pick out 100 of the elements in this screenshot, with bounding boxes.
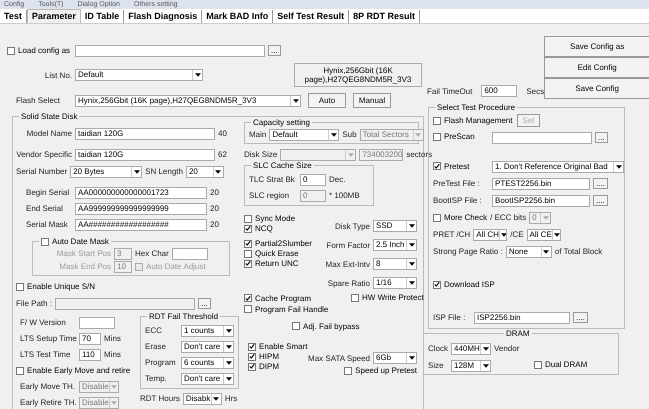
dropdown[interactable]: 128M (451, 360, 491, 372)
dropdown[interactable]: 20 Bytes (70, 166, 142, 178)
text-field[interactable]: ISP2256.bin (474, 312, 570, 324)
checkbox[interactable] (433, 162, 441, 170)
text-field[interactable]: AA999999999999999999 (75, 202, 207, 214)
checkbox-label[interactable]: Pretest (444, 162, 470, 170)
text-field[interactable] (55, 298, 196, 310)
checkbox-label[interactable]: HW Write Protect (362, 293, 424, 302)
group-title: Capacity setting (251, 118, 312, 127)
checkbox[interactable] (16, 366, 24, 374)
button[interactable]: ... (595, 132, 608, 143)
checkbox-label[interactable]: NCQ (255, 224, 273, 233)
field-label: LTS Test Time (20, 350, 70, 359)
checkbox[interactable] (433, 280, 441, 288)
checkbox-label[interactable]: Sync Mode (255, 214, 296, 223)
tab[interactable]: Mark BAD Info (202, 10, 274, 23)
dropdown[interactable]: All CE (526, 228, 561, 240)
checkbox-label[interactable]: Return UNC (255, 259, 299, 268)
dropdown[interactable]: 1 counts (181, 324, 234, 336)
dropdown[interactable]: Hynix,256Gbit (16K page),H27QEG8NDM5R_3V3 (75, 94, 301, 106)
text-field[interactable] (75, 44, 266, 56)
dropdown[interactable]: Don't care (181, 372, 234, 384)
checkbox-label[interactable]: Enable Smart (259, 342, 308, 351)
button[interactable]: Save Config (544, 78, 649, 99)
tab[interactable]: Self Test Result (273, 10, 350, 23)
checkbox-label[interactable]: Cache Program (255, 294, 312, 303)
dropdown[interactable]: SSD (373, 220, 417, 232)
dropdown[interactable]: Disabk (182, 392, 222, 404)
checkbox-label[interactable]: HIPM (259, 352, 279, 361)
tab[interactable]: Flash Diagnosis (124, 10, 202, 23)
checkbox-label[interactable]: Partial2Slumber (255, 239, 312, 248)
text-field[interactable]: BootISP2256.bin (492, 194, 590, 206)
dropdown[interactable]: None (506, 246, 552, 258)
checkbox-label[interactable]: Program Fail Handle (255, 304, 328, 314)
checkbox[interactable] (244, 305, 252, 313)
button[interactable]: Edit Config (544, 57, 649, 78)
checkbox-label[interactable]: Adj. Fail bypass (303, 322, 360, 330)
text-field[interactable]: 0 (300, 174, 326, 186)
dropdown[interactable]: Default (269, 128, 340, 140)
text-field[interactable]: taidian 120G (75, 128, 215, 140)
button[interactable]: .... (573, 312, 588, 323)
dropdown[interactable]: All CH (473, 228, 508, 240)
dropdown[interactable]: 8 (373, 258, 417, 270)
text-field[interactable]: 600 (481, 85, 518, 97)
tab[interactable]: Parameter (26, 9, 81, 23)
button[interactable]: Save Config as (544, 36, 649, 57)
checkbox[interactable] (244, 214, 252, 222)
text-field[interactable] (172, 248, 208, 260)
button[interactable]: Manual (353, 93, 391, 108)
button[interactable]: Auto (308, 93, 346, 108)
checkbox[interactable] (244, 260, 252, 268)
text-field[interactable] (79, 316, 115, 328)
checkbox-label[interactable]: PreScan (444, 132, 475, 142)
field-label: Mins (104, 334, 121, 343)
checkbox[interactable] (248, 352, 256, 360)
checkbox[interactable] (16, 282, 24, 290)
dropdown[interactable]: 440MH (451, 342, 491, 354)
button[interactable]: ... (268, 45, 281, 56)
checkbox[interactable] (244, 294, 252, 302)
dropdown[interactable]: 1/16 (373, 277, 417, 289)
checkbox-label[interactable]: DIPM (259, 362, 279, 371)
button[interactable]: .... (593, 178, 608, 189)
checkbox-label[interactable]: Enable Unique S/N (27, 282, 96, 291)
button[interactable]: ... (198, 298, 211, 309)
checkbox[interactable] (433, 132, 441, 141)
checkbox[interactable] (7, 46, 15, 54)
checkbox-label[interactable]: Speed up Pretest (355, 366, 417, 375)
checkbox-label[interactable]: Download ISP (444, 280, 495, 289)
dropdown[interactable]: Don't care (181, 340, 234, 352)
tab[interactable]: ID Table (80, 10, 124, 23)
dropdown[interactable]: 1. Don't Reference Original Bad (492, 160, 624, 172)
checkbox[interactable] (244, 240, 252, 248)
button[interactable]: .... (593, 195, 608, 206)
field-label: Mins (104, 350, 121, 359)
text-field[interactable]: taidian 120G (75, 148, 215, 160)
checkbox[interactable] (248, 362, 256, 370)
dropdown[interactable]: 20 (186, 166, 224, 178)
checkbox[interactable] (244, 250, 252, 258)
tab[interactable]: 8P RDT Result (349, 10, 420, 23)
checkbox[interactable] (344, 366, 352, 374)
text-field[interactable]: 110 (79, 348, 101, 360)
dropdown[interactable]: 6Gb (373, 352, 417, 364)
text-field[interactable]: AA################## (75, 218, 207, 230)
text-field[interactable]: PTEST2256.bin (492, 178, 590, 190)
checkbox[interactable] (244, 224, 252, 232)
checkbox-label[interactable]: Quick Erase (255, 249, 299, 258)
checkbox-label[interactable]: Enable Early Move and retire (27, 366, 130, 375)
text-field[interactable] (492, 132, 592, 144)
dropdown[interactable]: 2.5 Inch (373, 239, 417, 251)
dropdown[interactable]: Default (75, 69, 203, 81)
text-field[interactable]: 70 (79, 332, 101, 344)
checkbox-label[interactable]: Load config as (18, 46, 70, 55)
dropdown[interactable]: 6 counts (181, 356, 234, 368)
checkbox-label[interactable]: Dual DRAM (545, 360, 588, 370)
checkbox[interactable] (351, 294, 360, 302)
checkbox[interactable] (41, 238, 49, 246)
checkbox[interactable] (248, 342, 256, 350)
text-field[interactable]: AA000000000000001723 (75, 186, 207, 198)
checkbox[interactable] (534, 360, 542, 369)
checkbox[interactable] (292, 322, 300, 330)
